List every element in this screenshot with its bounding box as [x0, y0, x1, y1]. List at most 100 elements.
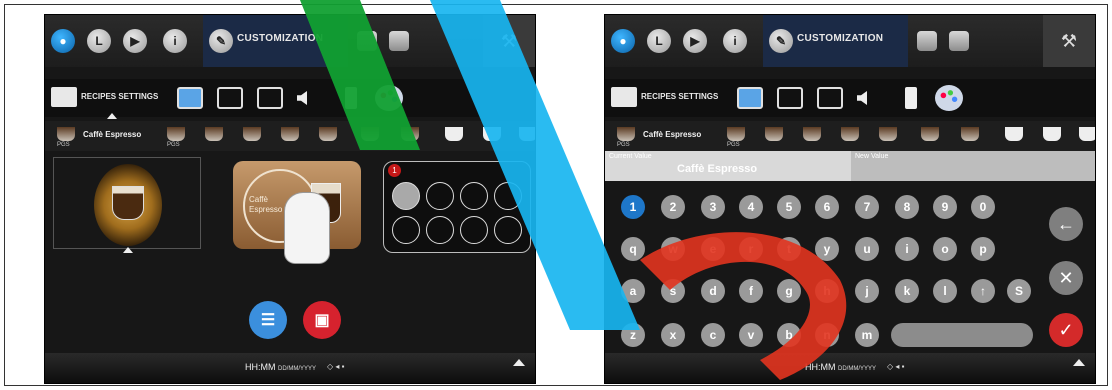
key-y[interactable]: y [815, 237, 839, 261]
screen-icon[interactable] [817, 87, 843, 109]
recipe-slot[interactable] [494, 182, 522, 210]
recipe-cup-icon[interactable] [1079, 127, 1095, 141]
key-q[interactable]: q [621, 237, 645, 261]
key-o[interactable]: o [933, 237, 957, 261]
clock-icon[interactable]: L [87, 29, 111, 53]
clock-icon[interactable]: L [647, 29, 671, 53]
recipe-slot[interactable] [392, 182, 420, 210]
recipe-cup-icon[interactable] [57, 127, 75, 141]
recipe-cup-icon[interactable] [401, 127, 419, 141]
recipes-settings-label[interactable]: RECIPES SETTINGS [641, 92, 718, 101]
shift-key[interactable]: ↑ [971, 279, 995, 303]
edit-button[interactable]: ☰ [249, 301, 287, 339]
recipe-slot[interactable] [460, 182, 488, 210]
palette-icon[interactable] [375, 85, 403, 111]
speaker-icon[interactable] [855, 87, 881, 109]
recipe-cup-icon[interactable] [841, 127, 859, 141]
space-key[interactable] [891, 323, 1033, 347]
document-icon[interactable] [917, 31, 937, 51]
key-4[interactable]: 4 [739, 195, 763, 219]
key-d[interactable]: d [701, 279, 725, 303]
water-drop-icon[interactable]: ● [611, 29, 635, 53]
user-icon[interactable] [389, 31, 409, 51]
recipe-cup-icon[interactable] [205, 127, 223, 141]
book-icon[interactable] [51, 87, 77, 107]
recipe-cup-icon[interactable] [1005, 127, 1023, 141]
document-icon[interactable] [357, 31, 377, 51]
key-j[interactable]: j [855, 279, 879, 303]
key-b[interactable]: b [777, 323, 801, 347]
tab-customization[interactable]: ✎ CUSTOMIZATION [763, 15, 908, 67]
key-n[interactable]: n [815, 323, 839, 347]
backspace-button[interactable]: ← [1049, 207, 1083, 241]
key-6[interactable]: 6 [815, 195, 839, 219]
key-1[interactable]: 1 [621, 195, 645, 219]
key-i[interactable]: i [895, 237, 919, 261]
key-g[interactable]: g [777, 279, 801, 303]
recipe-slot[interactable] [426, 216, 454, 244]
cancel-button[interactable]: ✕ [1049, 261, 1083, 295]
key-0[interactable]: 0 [971, 195, 995, 219]
key-e[interactable]: e [701, 237, 725, 261]
recipe-slot[interactable] [494, 216, 522, 244]
recipe-cup-icon[interactable] [483, 127, 501, 141]
recipe-cup-icon[interactable] [361, 127, 379, 141]
key-9[interactable]: 9 [933, 195, 957, 219]
key-l[interactable]: l [933, 279, 957, 303]
key-7[interactable]: 7 [855, 195, 879, 219]
bottle-icon[interactable] [345, 87, 357, 109]
key-r[interactable]: r [739, 237, 763, 261]
recipe-cup-icon[interactable] [803, 127, 821, 141]
recipe-cup-icon[interactable] [765, 127, 783, 141]
key-h[interactable]: h [815, 279, 839, 303]
screen-icon[interactable] [257, 87, 283, 109]
key-f[interactable]: f [739, 279, 763, 303]
info-icon[interactable]: i [723, 29, 747, 53]
key-8[interactable]: 8 [895, 195, 919, 219]
recipe-cup-icon[interactable] [445, 127, 463, 141]
flag-icon[interactable]: ▶ [683, 29, 707, 53]
confirm-button[interactable]: ✓ [1049, 313, 1083, 347]
selected-recipe-label[interactable]: Caffè Espresso [643, 130, 701, 139]
key-v[interactable]: v [739, 323, 763, 347]
book-icon[interactable] [611, 87, 637, 107]
recipe-cup-icon[interactable] [1043, 127, 1061, 141]
tab-customization[interactable]: ✎ CUSTOMIZATION [203, 15, 348, 67]
key-3[interactable]: 3 [701, 195, 725, 219]
recipes-settings-label[interactable]: RECIPES SETTINGS [81, 92, 158, 101]
key-t[interactable]: t [777, 237, 801, 261]
key-p[interactable]: p [971, 237, 995, 261]
symbol-key[interactable]: S [1007, 279, 1031, 303]
recipe-cup-icon[interactable] [961, 127, 979, 141]
palette-icon[interactable] [935, 85, 963, 111]
recipe-slot[interactable] [392, 216, 420, 244]
key-s[interactable]: s [661, 279, 685, 303]
key-a[interactable]: a [621, 279, 645, 303]
expand-caret-icon[interactable] [513, 359, 525, 366]
key-z[interactable]: z [621, 323, 645, 347]
save-button[interactable]: ▣ [303, 301, 341, 339]
bottle-icon[interactable] [905, 87, 917, 109]
recipe-cup-icon[interactable] [617, 127, 635, 141]
recipe-cup-icon[interactable] [879, 127, 897, 141]
key-w[interactable]: w [661, 237, 685, 261]
selected-recipe-label[interactable]: Caffè Espresso [83, 130, 141, 139]
info-icon[interactable]: i [163, 29, 187, 53]
recipe-cup-icon[interactable] [921, 127, 939, 141]
recipe-cup-icon[interactable] [167, 127, 185, 141]
expand-caret-icon[interactable] [1073, 359, 1085, 366]
display-icon[interactable] [777, 87, 803, 109]
recipe-slot[interactable] [460, 216, 488, 244]
user-icon[interactable] [949, 31, 969, 51]
key-u[interactable]: u [855, 237, 879, 261]
wrench-icon[interactable]: ⚒ [483, 15, 535, 67]
recipe-cup-icon[interactable] [281, 127, 299, 141]
key-x[interactable]: x [661, 323, 685, 347]
recipe-book-icon[interactable] [737, 87, 763, 109]
wrench-icon[interactable]: ⚒ [1043, 15, 1095, 67]
speaker-icon[interactable] [295, 87, 321, 109]
key-m[interactable]: m [855, 323, 879, 347]
water-drop-icon[interactable]: ● [51, 29, 75, 53]
key-5[interactable]: 5 [777, 195, 801, 219]
display-icon[interactable] [217, 87, 243, 109]
